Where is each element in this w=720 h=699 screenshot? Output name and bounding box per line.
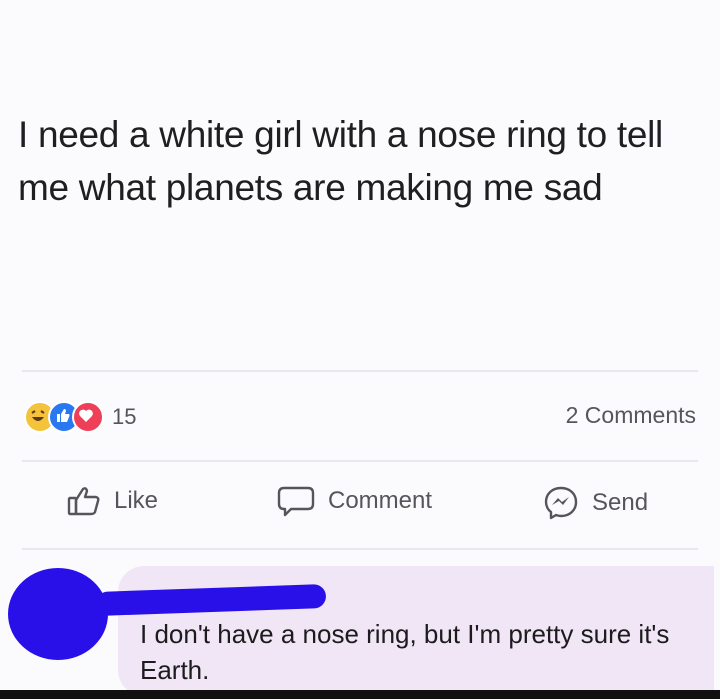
avatar: [8, 568, 108, 660]
divider-middle: [22, 460, 698, 462]
comment-label: Comment: [328, 487, 433, 514]
reactions-summary[interactable]: 15: [24, 400, 136, 434]
comment-bubble-icon: [277, 486, 315, 517]
love-icon: [72, 401, 104, 433]
divider-bottom: [22, 548, 698, 550]
comment-button[interactable]: Comment: [276, 484, 432, 518]
post-text: I need a white girl with a nose ring to …: [18, 114, 663, 208]
like-button[interactable]: Like: [66, 484, 158, 518]
send-label: Send: [592, 489, 649, 516]
divider-top: [22, 370, 698, 372]
bottom-edge: [0, 690, 720, 699]
thumbs-up-icon: [67, 487, 100, 516]
like-label: Like: [114, 487, 159, 514]
comments-count-link[interactable]: 2 Comments: [566, 402, 696, 429]
messenger-icon: [544, 486, 578, 520]
reactions-count: 15: [112, 404, 137, 429]
comment-text: I don't have a nose ring, but I'm pretty…: [140, 619, 670, 685]
send-button[interactable]: Send: [542, 484, 648, 522]
